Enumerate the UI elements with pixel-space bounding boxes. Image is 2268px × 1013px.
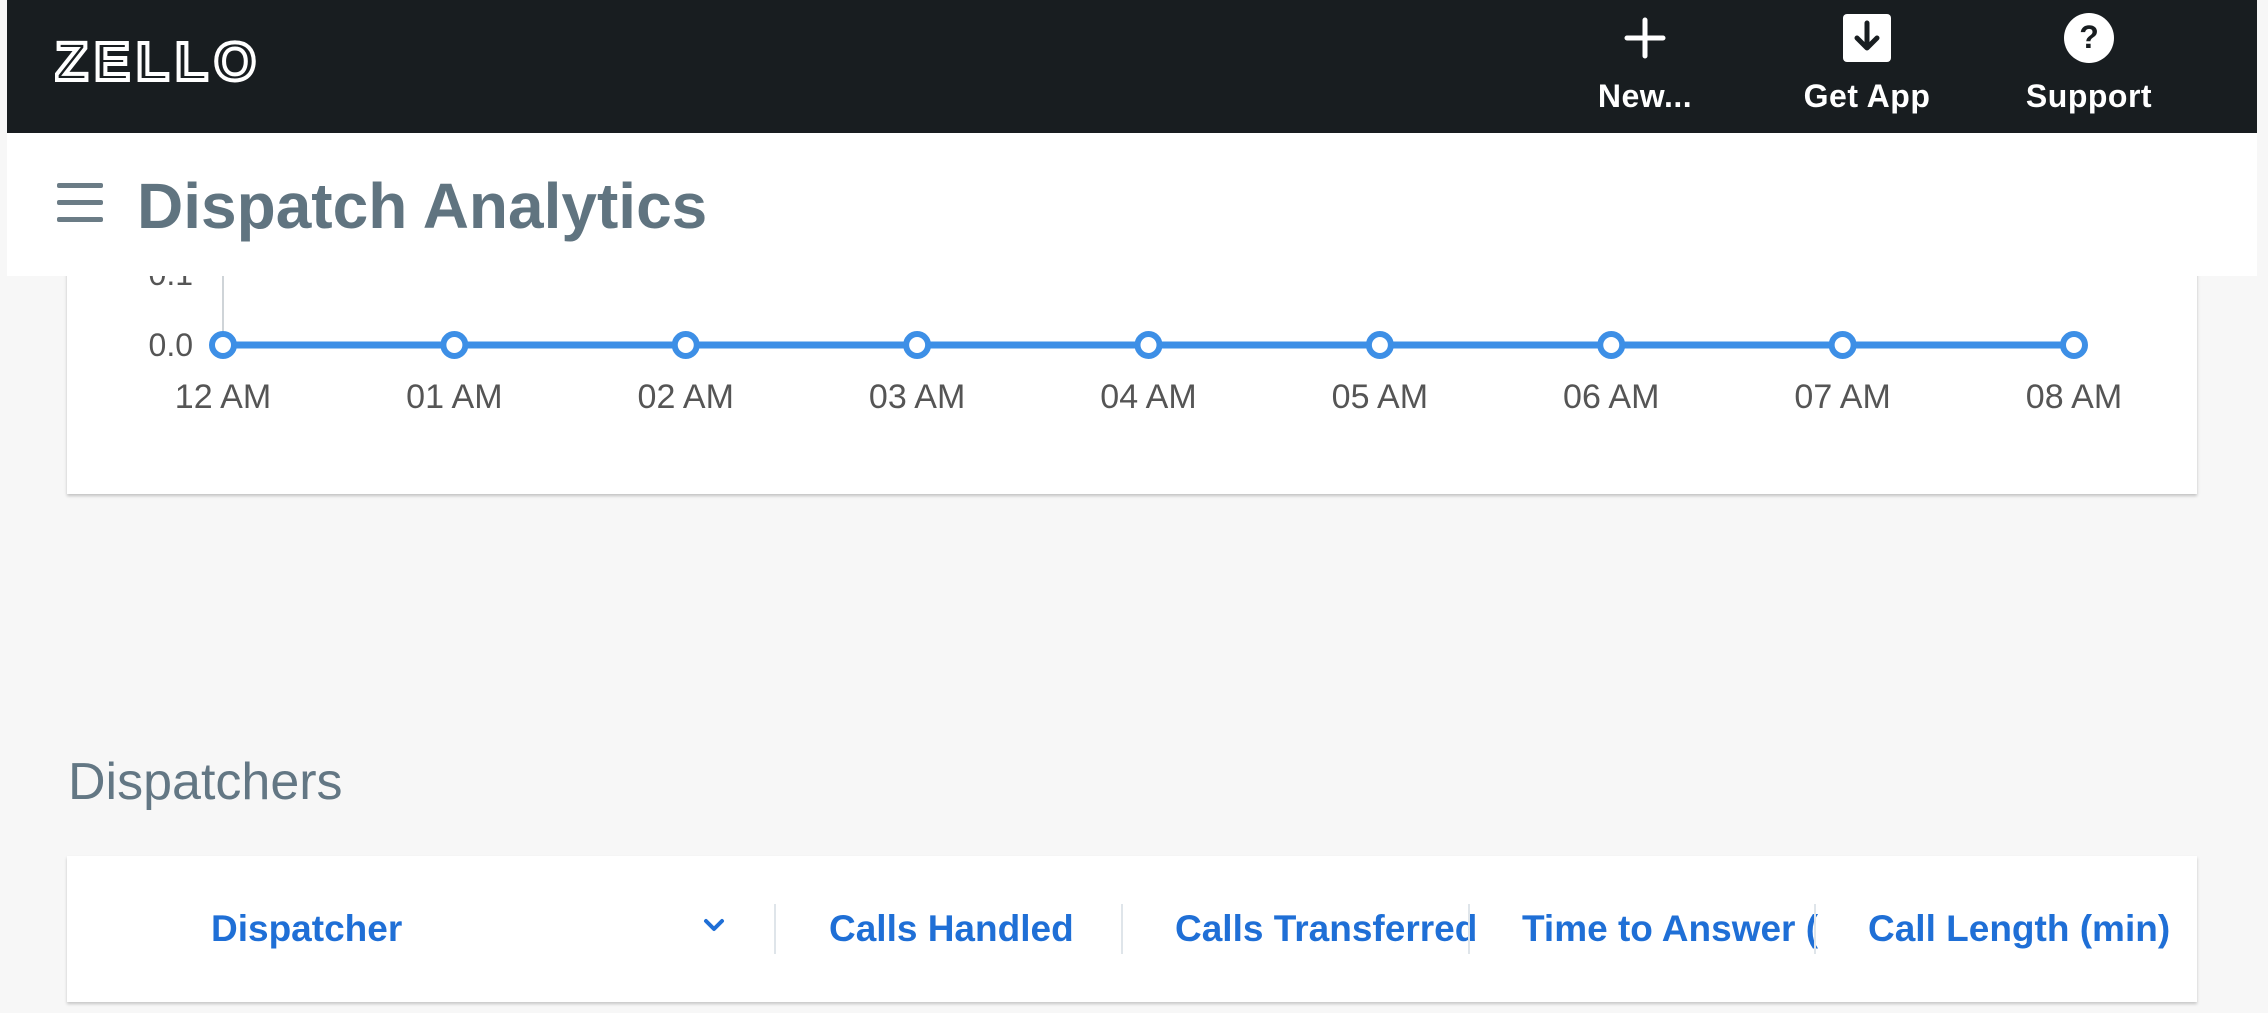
column-divider	[774, 904, 776, 954]
data-point	[1134, 331, 1163, 359]
download-icon	[1842, 10, 1892, 66]
x-tick-label: 02 AM	[638, 378, 734, 416]
svg-text:ZELLO: ZELLO	[55, 36, 262, 86]
x-tick-label: 04 AM	[1100, 378, 1196, 416]
column-divider	[1468, 904, 1470, 954]
top-navigation-bar: ZELLO New... Get App ? Support	[7, 0, 2257, 133]
data-point	[1597, 331, 1626, 359]
y-tick-label: 0.0	[149, 327, 193, 363]
data-point	[440, 331, 469, 359]
column-header-calls-transferred[interactable]: Calls Transferred	[1175, 856, 1537, 1002]
data-point	[1365, 331, 1394, 359]
support-button[interactable]: ? Support	[1994, 10, 2184, 125]
page-title: Dispatch Analytics	[137, 170, 708, 242]
dispatchers-table-header: Dispatcher Calls Handled Calls Transferr…	[67, 856, 2197, 1002]
column-divider	[1121, 904, 1123, 954]
column-header-call-length[interactable]: Call Length (min)	[1868, 856, 2230, 1002]
get-app-button-label: Get App	[1803, 78, 1931, 114]
new-button-label: New...	[1597, 78, 1693, 114]
data-point	[671, 331, 700, 359]
data-point	[2060, 331, 2088, 359]
x-tick-label: 12 AM	[175, 378, 271, 416]
column-header-calls-handled[interactable]: Calls Handled	[829, 856, 1129, 1002]
calls-chart-card: 0.00.112 AM01 AM02 AM03 AM04 AM05 AM06 A…	[67, 250, 2197, 494]
x-tick-label: 01 AM	[406, 378, 502, 416]
x-tick-label: 03 AM	[869, 378, 965, 416]
plus-icon	[1623, 10, 1667, 66]
data-point	[903, 331, 932, 359]
x-tick-label: 08 AM	[2026, 378, 2122, 416]
support-button-label: Support	[2025, 78, 2153, 114]
column-divider	[1814, 904, 1816, 954]
new-button[interactable]: New...	[1550, 10, 1740, 125]
page-header: Dispatch Analytics	[7, 133, 2257, 276]
data-point	[209, 331, 237, 359]
x-tick-label: 06 AM	[1563, 378, 1659, 416]
column-header-dispatcher[interactable]: Dispatcher	[211, 856, 681, 1002]
x-tick-label: 07 AM	[1794, 378, 1890, 416]
help-icon: ?	[2063, 10, 2115, 66]
hamburger-icon[interactable]	[57, 183, 103, 223]
zello-logo[interactable]: ZELLO	[55, 36, 323, 86]
chevron-down-icon[interactable]	[701, 912, 727, 938]
column-header-time-to-answer[interactable]: Time to Answer (	[1522, 856, 1884, 1002]
svg-text:?: ?	[2079, 19, 2099, 55]
x-tick-label: 05 AM	[1332, 378, 1428, 416]
calls-line-chart: 0.00.112 AM01 AM02 AM03 AM04 AM05 AM06 A…	[149, 250, 2122, 416]
data-point	[1828, 331, 1857, 359]
get-app-button[interactable]: Get App	[1772, 10, 1962, 125]
dispatchers-section-title: Dispatchers	[68, 753, 343, 811]
